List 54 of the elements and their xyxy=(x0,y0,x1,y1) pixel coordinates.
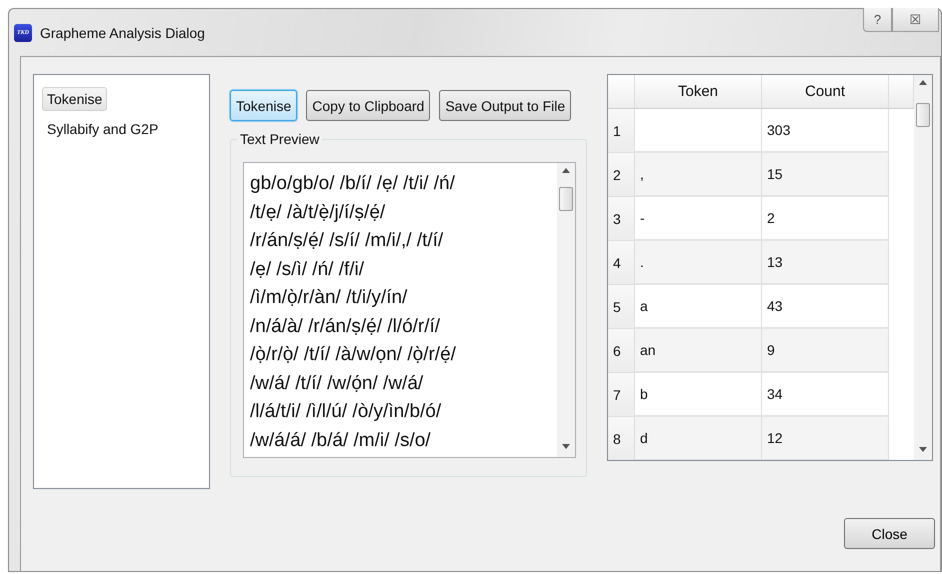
toolbar-button[interactable]: Tokenise xyxy=(230,90,298,121)
preview-line: /ì/m/ọ̀/r/àn/ /t/i/y/ín/ xyxy=(250,286,408,310)
preview-line: /ẹ/ /s/ì/ /ń/ /f/i/ xyxy=(250,258,364,282)
count-cell: 2 xyxy=(762,197,889,241)
count-cell: 12 xyxy=(762,417,889,460)
preview-line: gb/o/gb/o/ /b/í/ /ẹ/ /t/i/ /ń/ xyxy=(250,172,455,196)
preview-line: /r/án/ṣ/ẹ́/ /s/í/ /m/i/,/ /t/í/ xyxy=(250,229,444,253)
preview-line: /l/á/t/i/ /ì/l/ú/ /ò/y/ìn/b/ó/ xyxy=(250,400,442,424)
close-button[interactable]: Close xyxy=(844,518,935,549)
scrollbar[interactable] xyxy=(557,163,575,457)
preview-line: /w/á/ /t/í/ /w/ọ́n/ /w/á/ xyxy=(250,372,424,396)
scroll-thumb[interactable] xyxy=(916,103,930,127)
sidebar-item[interactable]: Syllabify and G2P xyxy=(42,117,164,141)
row-header[interactable]: 7 xyxy=(608,373,635,417)
column-header[interactable]: Count xyxy=(762,75,889,109)
text-preview-area[interactable] xyxy=(243,162,576,458)
token-cell: b xyxy=(635,373,762,417)
count-cell: 303 xyxy=(762,109,889,153)
scroll-up-icon[interactable] xyxy=(919,80,927,85)
token-cell: a xyxy=(635,285,762,329)
count-cell: 13 xyxy=(762,241,889,285)
row-header[interactable]: 5 xyxy=(608,285,635,329)
preview-line: /n/á/à/ /r/án/ṣ/ẹ́/ /l/ó/r/í/ xyxy=(250,314,440,338)
count-cell: 15 xyxy=(762,153,889,197)
row-header[interactable]: 1 xyxy=(608,109,635,153)
row-header[interactable]: 4 xyxy=(608,241,635,285)
row-header[interactable]: 6 xyxy=(608,329,635,373)
group-title: Text Preview xyxy=(237,131,322,147)
preview-line: /ọ̀/r/ọ̀/ /t/í/ /à/w/ọn/ /ọ̀/r/ẹ́/ xyxy=(250,343,456,367)
toolbar-button[interactable]: Save Output to File xyxy=(439,90,572,121)
close-window-button[interactable]: ☒ xyxy=(892,8,939,32)
help-button[interactable]: ? xyxy=(863,8,892,32)
sidebar-item[interactable]: Tokenise xyxy=(42,87,108,111)
scrollbar[interactable] xyxy=(914,75,932,460)
scroll-down-icon[interactable] xyxy=(919,447,927,452)
token-cell: d xyxy=(635,417,762,460)
token-cell: - xyxy=(635,197,762,241)
preview-line: /t/ẹ/ /à/t/ẹ̀/j/í/ṣ/ẹ́/ xyxy=(250,200,386,224)
preview-line: /w/á/á/ /b/á/ /m/i/ /s/o/ xyxy=(250,428,431,452)
toolbar-button[interactable]: Copy to Clipboard xyxy=(306,90,430,121)
scroll-up-icon[interactable] xyxy=(562,168,570,173)
token-cell: . xyxy=(635,241,762,285)
token-cell: an xyxy=(635,329,762,373)
count-cell: 43 xyxy=(762,285,889,329)
scroll-down-icon[interactable] xyxy=(562,444,570,449)
column-header[interactable]: Token xyxy=(635,75,762,109)
scroll-thumb[interactable] xyxy=(559,187,573,211)
count-cell: 34 xyxy=(762,373,889,417)
token-cell: , xyxy=(635,153,762,197)
row-header[interactable]: 8 xyxy=(608,417,635,460)
row-header[interactable]: 3 xyxy=(608,197,635,241)
row-header[interactable]: 2 xyxy=(608,153,635,197)
window-title: Grapheme Analysis Dialog xyxy=(40,24,205,40)
count-cell: 9 xyxy=(762,329,889,373)
